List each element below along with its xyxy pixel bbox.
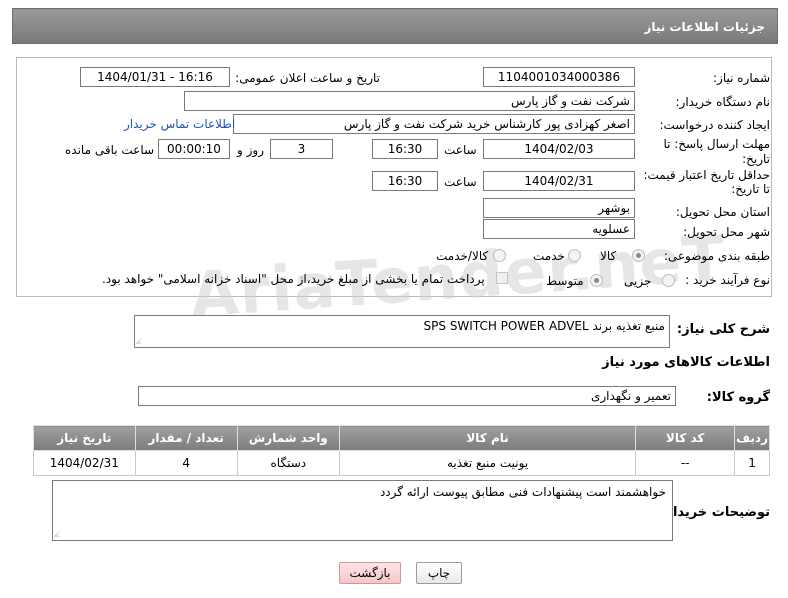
delivery-province-field: بوشهر xyxy=(483,198,635,218)
buyer-notes-text: خواهشمند است پیشنهادات فنی مطابق پیوست ا… xyxy=(379,485,666,499)
buyer-notes-field[interactable]: خواهشمند است پیشنهادات فنی مطابق پیوست ا… xyxy=(52,480,673,541)
purchase-minor-label: جزیی xyxy=(624,274,652,288)
col-quantity: تعداد / مقدار xyxy=(134,425,238,451)
category-goods-radio[interactable] xyxy=(632,249,645,262)
page-title: جزئیات اطلاعات نیاز xyxy=(644,20,765,34)
treasury-payment-note: پرداخت تمام یا بخشی از مبلغ خرید،از محل … xyxy=(102,272,485,286)
items-table: ردیف کد کالا نام کالا واحد شمارش تعداد /… xyxy=(33,425,770,476)
days-label: روز و xyxy=(237,143,264,157)
delivery-province-label: استان محل تحویل: xyxy=(675,205,770,219)
delivery-city-field: عسلویه xyxy=(483,219,635,239)
resize-handle-icon[interactable] xyxy=(136,338,146,344)
category-goods-service-label: کالا/خدمت xyxy=(436,249,489,263)
col-row-number: ردیف xyxy=(734,425,770,451)
category-label: طبقه بندی موضوعی: xyxy=(663,249,770,263)
remaining-days-field: 3 xyxy=(270,139,333,159)
remaining-time-field: 00:00:10 xyxy=(158,139,230,159)
requester-label: ایجاد کننده درخواست: xyxy=(659,118,770,132)
goods-group-field: تعمیر و نگهداری xyxy=(138,386,676,406)
cell-item-code: -- xyxy=(635,450,736,476)
col-item-code: کد کالا xyxy=(635,425,736,451)
col-need-date: تاریخ نیاز xyxy=(33,425,136,451)
purchase-medium-radio[interactable] xyxy=(590,274,603,287)
need-number-label: شماره نیاز: xyxy=(713,71,770,85)
resize-handle-icon[interactable] xyxy=(54,531,64,537)
cell-unit: دستگاه xyxy=(236,450,340,476)
page-header: جزئیات اطلاعات نیاز xyxy=(12,8,778,44)
response-time-label: ساعت xyxy=(444,143,477,157)
items-table-header: ردیف کد کالا نام کالا واحد شمارش تعداد /… xyxy=(33,425,770,451)
price-validity-time: 16:30 xyxy=(372,171,438,191)
price-validity-label-line1: حداقل تاریخ اعتبار قیمت: xyxy=(643,168,770,182)
need-number-field: 1104001034000386 xyxy=(483,67,635,87)
general-description-text: منبع تغذیه برند SPS SWITCH POWER ADVEL xyxy=(423,319,665,333)
back-button[interactable]: بازگشت xyxy=(339,562,401,584)
announce-datetime-label: تاریخ و ساعت اعلان عمومی: xyxy=(235,71,380,85)
response-deadline-time: 16:30 xyxy=(372,139,438,159)
buyer-notes-label: توضیحات خریدار: xyxy=(660,505,770,520)
buyer-contact-link[interactable]: اطلاعات تماس خریدار xyxy=(124,117,235,131)
category-goods-service-radio[interactable] xyxy=(493,249,506,262)
buyer-device-field: شرکت نفت و گاز پارس xyxy=(184,91,635,111)
buyer-device-label: نام دستگاه خریدار: xyxy=(675,95,771,109)
response-deadline-date: 1404/02/03 xyxy=(483,139,635,159)
category-goods-label: کالا xyxy=(600,249,617,263)
cell-quantity: 4 xyxy=(134,450,238,476)
purchase-minor-radio[interactable] xyxy=(662,274,675,287)
print-button[interactable]: چاپ xyxy=(416,562,462,584)
general-description-label: شرح کلی نیاز: xyxy=(676,322,770,337)
cell-need-date: 1404/02/31 xyxy=(33,450,136,476)
goods-group-label: گروه کالا: xyxy=(706,390,770,405)
delivery-city-label: شهر محل تحویل: xyxy=(683,225,770,239)
goods-section-title: اطلاعات کالاهای مورد نیاز xyxy=(602,355,770,370)
col-unit: واحد شمارش xyxy=(236,425,340,451)
cell-row-number: 1 xyxy=(734,450,770,476)
treasury-payment-checkbox[interactable] xyxy=(496,272,508,284)
purchase-medium-label: متوسط xyxy=(546,274,584,288)
col-item-name: نام کالا xyxy=(338,425,637,451)
response-deadline-label-line1: مهلت ارسال پاسخ: تا xyxy=(663,137,770,151)
price-validity-time-label: ساعت xyxy=(444,175,477,189)
price-validity-label-line2: تا تاریخ: xyxy=(731,182,770,196)
table-row: 1 -- یونیت منبع تغذیه دستگاه 4 1404/02/3… xyxy=(33,450,770,476)
price-validity-date: 1404/02/31 xyxy=(483,171,635,191)
cell-item-name: یونیت منبع تغذیه xyxy=(338,450,637,476)
purchase-type-label: نوع فرآیند خرید : xyxy=(685,273,770,287)
category-service-label: خدمت xyxy=(533,249,565,263)
category-service-radio[interactable] xyxy=(568,249,581,262)
requester-field: اصغر کهزادی پور کارشناس خرید شرکت نفت و … xyxy=(233,114,635,134)
response-deadline-label-line2: تاریخ: xyxy=(742,152,770,166)
announce-datetime-field: 1404/01/31 - 16:16 xyxy=(80,67,230,87)
remaining-time-label: ساعت باقی مانده xyxy=(65,143,155,157)
general-description-field[interactable]: منبع تغذیه برند SPS SWITCH POWER ADVEL xyxy=(134,315,670,348)
